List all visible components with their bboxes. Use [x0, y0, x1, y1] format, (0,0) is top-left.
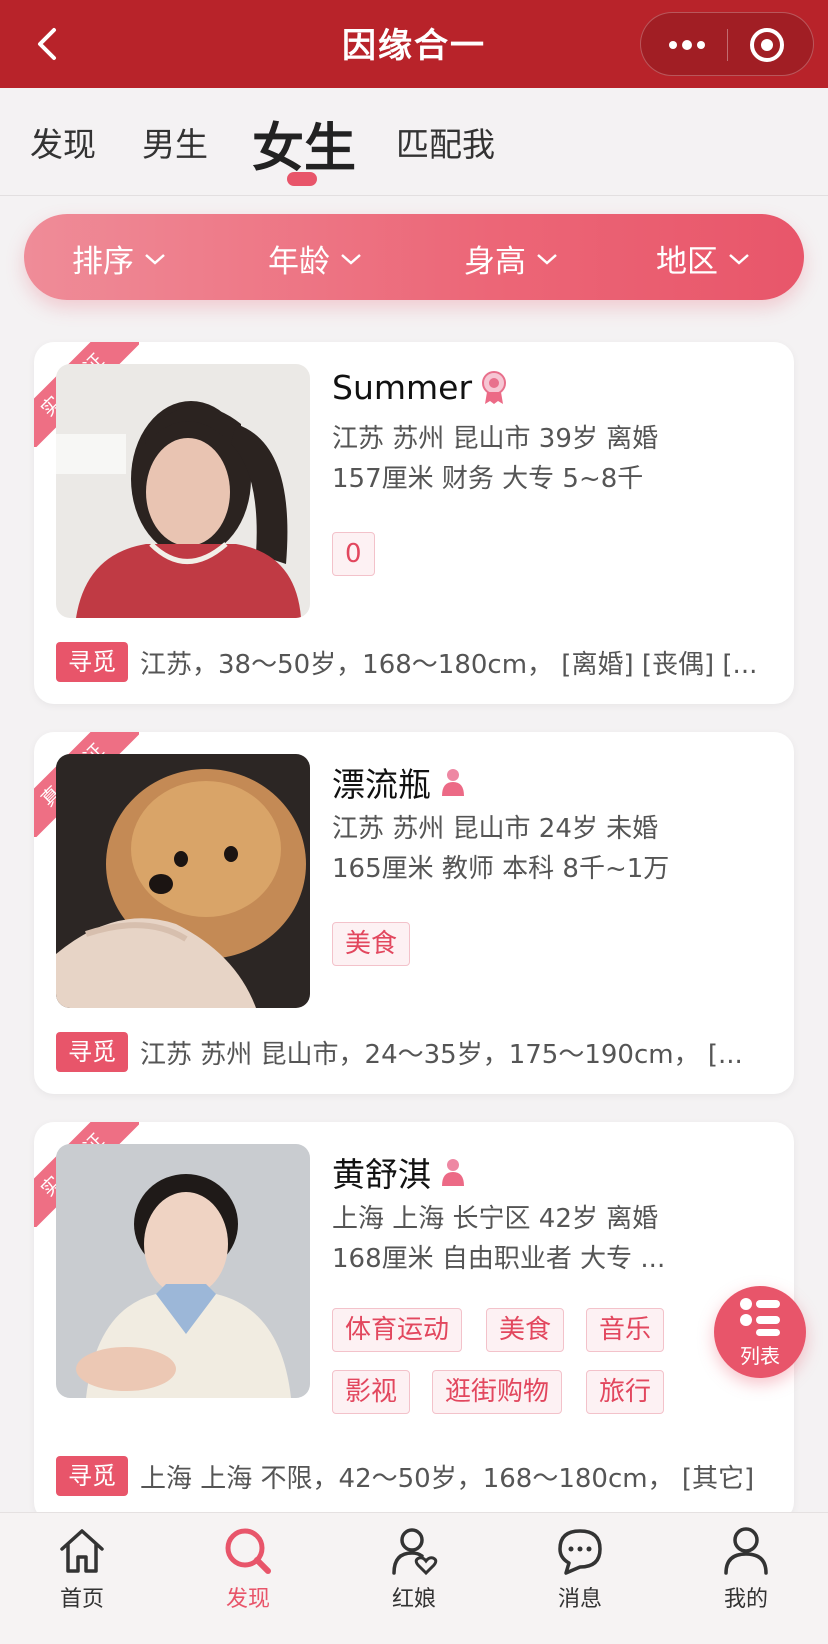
search-icon — [225, 1528, 271, 1574]
medal-icon — [482, 370, 507, 404]
name-text: 黄舒淇 — [332, 1155, 431, 1194]
interest-tag: 美食 — [486, 1308, 565, 1352]
list-view-label: 列表 — [740, 1344, 780, 1368]
profile-icon — [724, 1527, 768, 1575]
nav-label: 发现 — [225, 1587, 270, 1612]
title-bar: 因缘合一 — [0, 0, 828, 88]
name-text: Summer — [332, 368, 473, 407]
interest-tag: 影视 — [332, 1370, 411, 1414]
filter-sort[interactable]: 排序 — [72, 236, 166, 281]
nav-discover[interactable]: 发现 — [188, 1523, 308, 1613]
nav-matchmaker[interactable]: 红娘 — [354, 1523, 474, 1613]
interest-tag: 0 — [332, 532, 375, 576]
profile-name[interactable]: 漂流瓶 — [332, 758, 467, 806]
profile-card[interactable]: 实名认证 Summer 江苏 苏州 昆山市 39岁 离婚 157厘米 财务 大专… — [34, 342, 794, 704]
interest-tag: 美食 — [332, 922, 411, 966]
profile-details: 168厘米 自由职业者 大专 ... — [332, 1244, 666, 1274]
active-tab-indicator — [287, 172, 317, 186]
interest-tag: 音乐 — [586, 1308, 665, 1352]
tab-match-me[interactable]: 匹配我 — [396, 118, 495, 166]
more-icon[interactable] — [665, 33, 709, 57]
filter-age[interactable]: 年龄 — [268, 236, 362, 281]
profile-photo[interactable] — [56, 754, 310, 1008]
capsule-divider — [727, 29, 728, 61]
profile-details: 165厘米 教师 本科 8千~1万 — [332, 854, 670, 884]
profile-details: 157厘米 财务 大专 5~8千 — [332, 464, 644, 494]
nav-home[interactable]: 首页 — [22, 1523, 142, 1613]
profile-location-age: 江苏 苏州 昆山市 24岁 未婚 — [332, 814, 659, 844]
nav-label: 我的 — [723, 1587, 768, 1612]
list-icon — [740, 1298, 780, 1336]
profile-name[interactable]: Summer — [332, 368, 508, 407]
seek-criteria: 上海 上海 不限，42～50岁，168～180cm， [其它] — [140, 1464, 755, 1494]
seek-label: 寻觅 — [56, 642, 128, 682]
home-icon — [60, 1529, 104, 1573]
chevron-down-icon — [341, 253, 361, 265]
filter-bar: 排序 年龄 身高 地区 — [24, 214, 804, 300]
tab-discover[interactable]: 发现 — [30, 118, 96, 166]
profile-location-age: 上海 上海 长宁区 42岁 离婚 — [332, 1204, 659, 1234]
seek-criteria: 江苏 苏州 昆山市，24～35岁，175～190cm， [... — [140, 1040, 743, 1070]
profile-location-age: 江苏 苏州 昆山市 39岁 离婚 — [332, 424, 659, 454]
list-view-button[interactable]: 列表 — [714, 1286, 806, 1378]
message-icon — [558, 1529, 602, 1575]
interest-tag: 逛街购物 — [432, 1370, 563, 1414]
name-text: 漂流瓶 — [332, 765, 431, 804]
filter-label: 地区 — [656, 244, 718, 280]
chevron-down-icon — [537, 253, 557, 265]
seek-label: 寻觅 — [56, 1032, 128, 1072]
profile-photo[interactable] — [56, 1144, 310, 1398]
filter-region[interactable]: 地区 — [656, 236, 750, 281]
interest-tag: 旅行 — [586, 1370, 665, 1414]
tab-male[interactable]: 男生 — [142, 118, 208, 166]
chevron-down-icon — [145, 253, 165, 265]
matchmaker-icon — [392, 1528, 438, 1576]
nav-messages[interactable]: 消息 — [520, 1523, 640, 1613]
interest-tag: 体育运动 — [332, 1308, 463, 1352]
tab-female[interactable]: 女生 — [252, 106, 356, 181]
bottom-nav: 首页 发现 红娘 消息 我的 — [0, 1512, 828, 1644]
mini-program-capsule — [640, 12, 814, 76]
person-icon — [442, 769, 464, 796]
seek-criteria: 江苏，38～50岁，168～180cm， [离婚] [丧偶] [... — [140, 650, 758, 680]
filter-label: 身高 — [464, 244, 526, 280]
nav-label: 红娘 — [391, 1587, 436, 1612]
profile-card[interactable]: 实名认证 黄舒淇 上海 上海 长宁区 42岁 离婚 168厘米 自由职业者 大专… — [34, 1122, 794, 1522]
nav-label: 首页 — [59, 1587, 104, 1612]
filter-label: 年龄 — [268, 244, 330, 280]
chevron-down-icon — [729, 253, 749, 265]
nav-label: 消息 — [557, 1587, 602, 1612]
profile-photo[interactable] — [56, 364, 310, 618]
close-program-icon[interactable] — [749, 27, 785, 63]
profile-card[interactable]: 真人认证 漂流瓶 江苏 苏州 昆山市 24岁 未婚 165厘米 教师 本科 8千… — [34, 732, 794, 1094]
filter-height[interactable]: 身高 — [464, 236, 558, 281]
person-icon — [442, 1159, 464, 1186]
nav-profile[interactable]: 我的 — [686, 1523, 806, 1613]
category-tabs: 发现 男生 女生 匹配我 — [0, 88, 828, 196]
profile-name[interactable]: 黄舒淇 — [332, 1148, 467, 1196]
seek-label: 寻觅 — [56, 1456, 128, 1496]
filter-label: 排序 — [72, 244, 134, 280]
